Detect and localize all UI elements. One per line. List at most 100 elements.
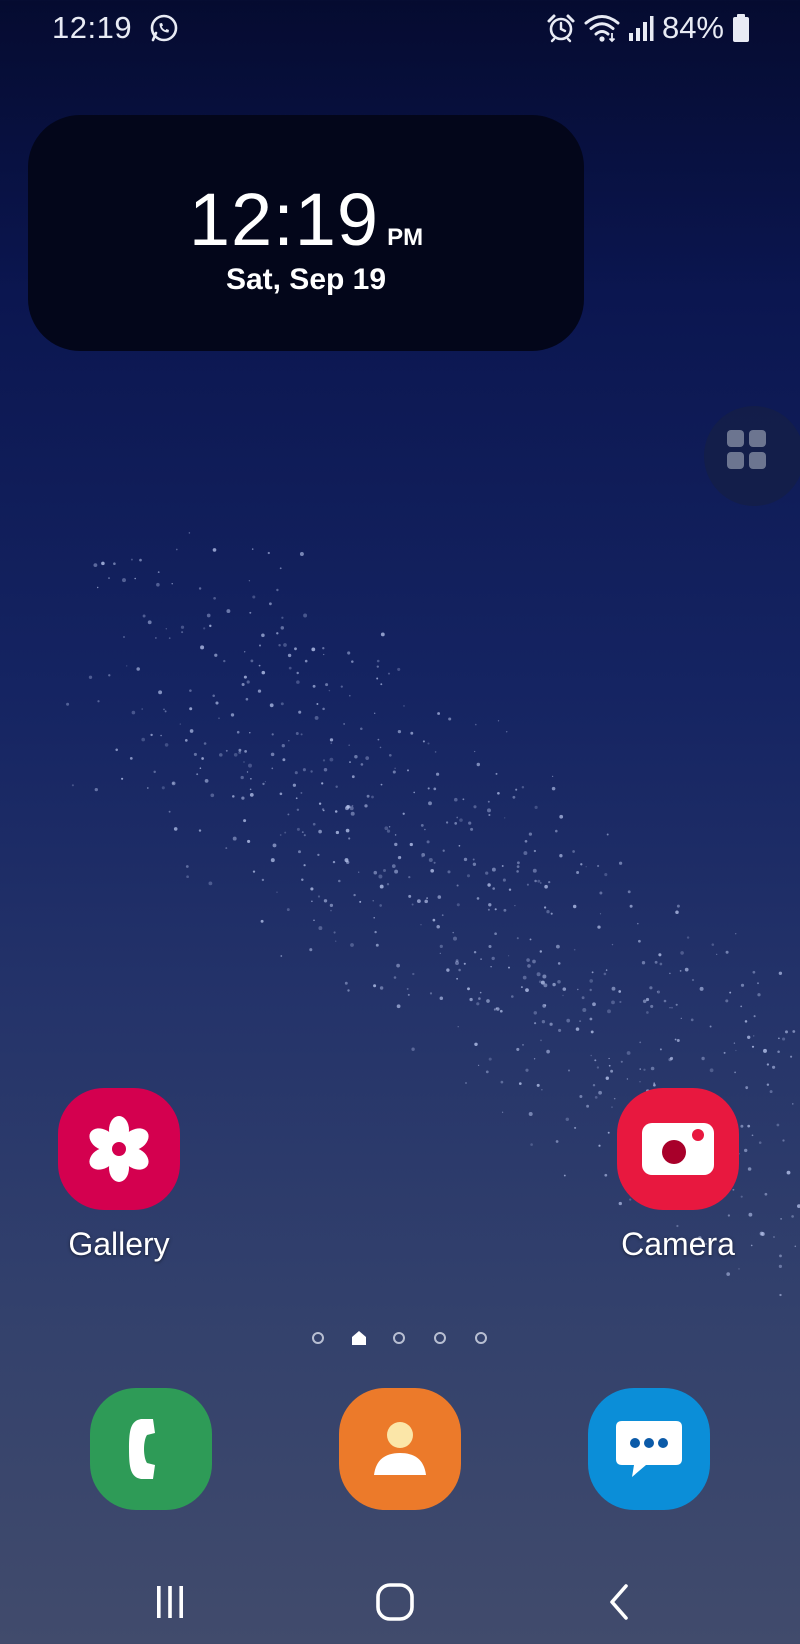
star <box>558 1028 562 1032</box>
dock-messages[interactable] <box>588 1388 710 1510</box>
star <box>314 715 319 720</box>
star <box>261 878 265 882</box>
star <box>219 753 223 757</box>
star <box>196 773 199 776</box>
star <box>512 795 516 799</box>
star <box>680 1017 682 1019</box>
star <box>97 586 99 589</box>
star <box>792 1030 796 1033</box>
star <box>474 750 476 753</box>
star <box>240 775 244 780</box>
star <box>462 798 465 801</box>
star <box>529 938 532 941</box>
star <box>232 795 235 798</box>
star <box>589 979 594 983</box>
star <box>487 808 491 813</box>
home-page-indicator-icon[interactable] <box>351 1330 367 1346</box>
star <box>473 950 477 954</box>
dock-phone[interactable] <box>90 1388 212 1510</box>
page-dot[interactable] <box>434 1332 446 1344</box>
star <box>279 567 282 570</box>
star <box>212 694 215 698</box>
star <box>508 888 512 891</box>
star <box>374 930 377 934</box>
star <box>296 671 299 675</box>
star <box>249 788 252 791</box>
star <box>772 1065 776 1069</box>
recents-button[interactable] <box>140 1574 200 1630</box>
app-camera[interactable]: Camera <box>603 1088 753 1263</box>
star <box>465 1082 467 1084</box>
star <box>241 796 245 800</box>
star <box>173 827 178 831</box>
star <box>639 1080 641 1083</box>
star <box>380 783 383 786</box>
star <box>522 975 527 980</box>
star <box>345 806 349 811</box>
page-dot[interactable] <box>312 1332 324 1344</box>
apps-edge-button[interactable] <box>704 406 800 506</box>
star <box>494 908 497 911</box>
star <box>552 982 556 987</box>
star <box>534 805 538 809</box>
star <box>359 900 362 903</box>
star <box>420 824 424 827</box>
star <box>764 1192 768 1196</box>
clock-date: Sat, Sep 19 <box>225 263 387 296</box>
star <box>298 850 301 854</box>
star <box>610 1069 614 1073</box>
star <box>160 734 162 737</box>
star <box>532 868 537 873</box>
star <box>288 666 292 670</box>
star <box>304 659 308 663</box>
home-button[interactable] <box>365 1574 425 1630</box>
star <box>463 857 468 862</box>
star <box>303 613 308 618</box>
star <box>433 861 436 864</box>
star <box>488 1057 492 1061</box>
star <box>455 959 459 962</box>
star <box>791 1215 794 1218</box>
star <box>232 836 237 841</box>
star <box>394 842 398 847</box>
page-dot[interactable] <box>475 1332 487 1344</box>
star <box>246 771 249 773</box>
star <box>442 849 445 852</box>
star <box>345 828 350 833</box>
star <box>325 683 329 687</box>
star <box>550 912 553 915</box>
clock-widget[interactable]: 12:19 PM Sat, Sep 19 <box>28 115 584 351</box>
dock-contacts[interactable] <box>339 1388 461 1510</box>
star <box>312 684 316 688</box>
star <box>476 1002 480 1006</box>
star <box>466 874 471 878</box>
star <box>424 899 428 904</box>
star <box>126 665 128 667</box>
star <box>639 1068 641 1070</box>
star <box>690 1018 694 1022</box>
app-gallery[interactable]: Gallery <box>44 1088 194 1263</box>
star <box>478 997 481 1000</box>
star <box>437 712 441 715</box>
star <box>581 996 585 1000</box>
star <box>491 956 495 961</box>
star <box>371 795 374 799</box>
star <box>203 627 206 630</box>
star <box>247 839 251 843</box>
star <box>497 720 500 722</box>
star <box>567 1069 571 1072</box>
star <box>88 675 93 679</box>
star <box>366 794 370 798</box>
star <box>725 950 729 954</box>
star <box>579 1020 582 1023</box>
star <box>236 730 240 734</box>
star <box>344 981 348 985</box>
star <box>441 914 444 917</box>
back-button[interactable] <box>590 1574 650 1630</box>
star <box>399 856 402 858</box>
page-dot[interactable] <box>393 1332 405 1344</box>
star <box>270 858 275 863</box>
star <box>392 770 396 774</box>
star <box>271 733 274 736</box>
star <box>779 1254 782 1258</box>
